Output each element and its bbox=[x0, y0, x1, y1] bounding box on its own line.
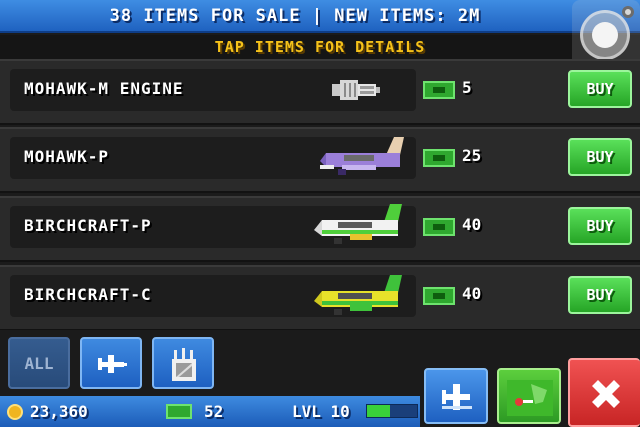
xp-progress-bar bbox=[366, 404, 418, 418]
item-name: BIRCHCRAFT-C bbox=[24, 285, 152, 304]
item-row[interactable]: BIRCHCRAFT-C 40 BUY bbox=[0, 265, 640, 331]
item-row[interactable]: BIRCHCRAFT-P 40 BUY bbox=[0, 196, 640, 262]
item-price: 25 bbox=[462, 146, 482, 165]
gear-icon[interactable] bbox=[622, 6, 634, 18]
buy-button[interactable]: BUY bbox=[568, 207, 632, 245]
buy-button[interactable]: BUY bbox=[568, 138, 632, 176]
xp-progress-fill bbox=[367, 405, 390, 417]
buy-button[interactable]: BUY bbox=[568, 276, 632, 314]
item-name: MOHAWK-M ENGINE bbox=[24, 79, 184, 98]
filter-parts-button[interactable] bbox=[152, 337, 214, 389]
plane-filter-icon bbox=[98, 355, 127, 373]
plane-icon bbox=[316, 131, 408, 181]
cash-icon bbox=[423, 218, 455, 236]
cash-icon bbox=[423, 81, 455, 99]
plane-icon bbox=[310, 271, 406, 321]
close-icon bbox=[592, 380, 620, 408]
level-label: LVL 10 bbox=[292, 402, 350, 421]
item-price: 40 bbox=[462, 215, 482, 234]
status-bar: 23,360 52 LVL 10 bbox=[0, 396, 420, 427]
plane-icon bbox=[310, 200, 406, 250]
item-name: BIRCHCRAFT-P bbox=[24, 216, 152, 235]
engine-icon bbox=[330, 75, 382, 109]
hangar-button[interactable] bbox=[424, 368, 488, 424]
cash-icon bbox=[166, 404, 192, 419]
coins-value: 23,360 bbox=[30, 402, 88, 421]
close-button[interactable] bbox=[568, 358, 640, 427]
subheader-text: TAP ITEMS FOR DETAILS bbox=[214, 38, 426, 56]
cash-icon bbox=[423, 287, 455, 305]
parts-filter-icon bbox=[172, 348, 196, 381]
buy-button[interactable]: BUY bbox=[568, 70, 632, 108]
item-row[interactable]: MOHAWK-M ENGINE 5 BUY bbox=[0, 59, 640, 125]
filter-all-button[interactable]: ALL bbox=[8, 337, 70, 389]
header-title: 38 ITEMS FOR SALE | NEW ITEMS: 2M bbox=[109, 5, 481, 26]
home-ring-icon bbox=[580, 10, 630, 60]
item-price: 40 bbox=[462, 284, 482, 303]
airplane-icon bbox=[442, 384, 472, 410]
map-icon bbox=[507, 380, 553, 416]
coin-icon bbox=[7, 404, 23, 420]
item-price: 5 bbox=[462, 78, 472, 97]
cash-value: 52 bbox=[204, 402, 224, 421]
filter-planes-button[interactable] bbox=[80, 337, 142, 389]
subheader-bar: TAP ITEMS FOR DETAILS bbox=[0, 35, 640, 59]
item-name: MOHAWK-P bbox=[24, 147, 110, 166]
cash-icon bbox=[423, 149, 455, 167]
map-button[interactable] bbox=[497, 368, 561, 424]
item-row[interactable]: MOHAWK-P 25 BUY bbox=[0, 127, 640, 193]
filter-all-label: ALL bbox=[24, 354, 54, 373]
header-bar: 38 ITEMS FOR SALE | NEW ITEMS: 2M bbox=[0, 0, 640, 33]
